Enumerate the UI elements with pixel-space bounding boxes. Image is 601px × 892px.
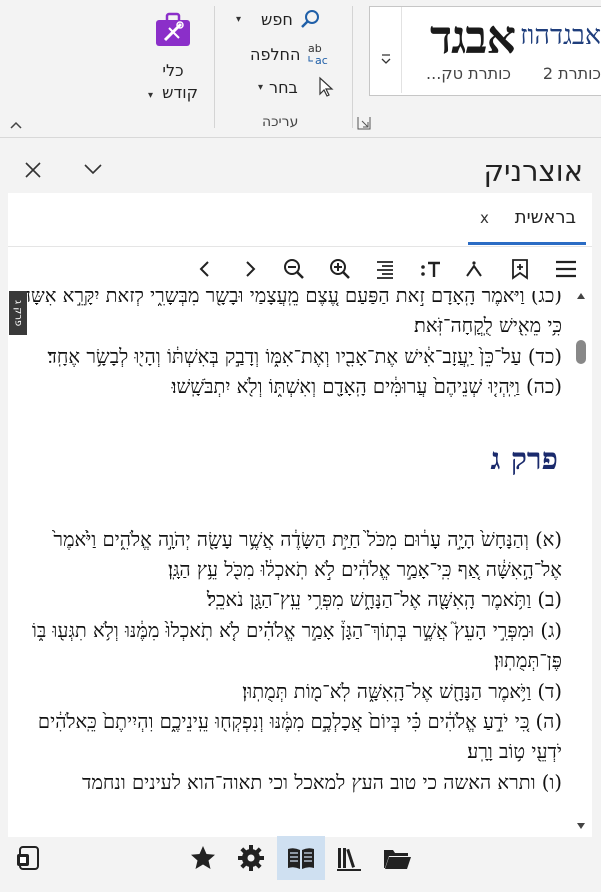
toolbox-icon	[156, 12, 190, 46]
chevron-down-icon	[84, 164, 102, 175]
star-icon	[191, 846, 215, 869]
reader-button[interactable]	[277, 836, 325, 880]
ribbon-group-separator	[214, 6, 215, 128]
align-right-icon	[377, 261, 393, 279]
ribbon-group-separator	[352, 6, 353, 128]
find-button[interactable]: ▾ חפש	[236, 8, 321, 30]
verse: (כה) וַיִּֽהְי֤וּ שְׁנֵיהֶם֙ עֲרוּמִּ֔ים…	[171, 375, 562, 399]
chevron-right-icon	[246, 261, 256, 277]
verse: (ב) וַתֹּ֥אמֶר הָֽאִשָּׁ֖ה אֶל־הַנָּחָ֑ש…	[206, 588, 562, 612]
export-icon	[17, 846, 39, 870]
svg-text:ac: ac	[315, 54, 328, 66]
style-heading2-name[interactable]: כותרת 2	[530, 64, 601, 83]
scroll-down-icon[interactable]	[576, 821, 586, 831]
holy-tools-button[interactable]: כלי קודש ▾	[138, 12, 208, 107]
task-pane: אוצרניק x בראשית (כג) וַיֹּאמֶר֮ הָֽאָדָ…	[0, 138, 601, 892]
open-file-button[interactable]	[375, 836, 419, 880]
zoom-in-icon	[330, 259, 350, 279]
zoom-out-icon	[284, 259, 304, 279]
verse: (כד) עַל־כֵּן֙ יַֽעֲזָב־אִ֔ישׁ אֶת־אָבִ֖…	[47, 344, 562, 368]
chevron-down-icon: ▾	[258, 81, 264, 93]
find-label: חפש	[261, 9, 293, 29]
vertical-scrollbar[interactable]	[573, 291, 589, 837]
chapter-heading: פרק ג	[490, 441, 558, 477]
search-icon	[300, 10, 319, 28]
reader-area: x בראשית (כג) וַיֹּאמֶר֮ הָֽאָדָם֒ זֹ֣את…	[8, 193, 592, 837]
verse: (ה) כִּ֚י יֹדֵ֣עַ אֱלֹהִ֔ים כִּ֗י בְּיוֹ…	[37, 710, 562, 764]
chevron-down-icon: ▾	[148, 90, 154, 101]
select-label: בחר	[269, 77, 298, 97]
zoom-out-button[interactable]	[278, 253, 310, 285]
chevron-down-icon: ▾	[236, 13, 242, 25]
library-button[interactable]	[327, 836, 371, 880]
chapter-side-tab[interactable]: פרק ג	[9, 291, 27, 335]
pane-close-button[interactable]	[22, 159, 44, 181]
menu-button[interactable]	[550, 253, 582, 285]
reader-toolbar	[8, 247, 592, 291]
pane-title: אוצרניק	[483, 154, 583, 188]
folder-icon	[384, 850, 411, 869]
replace-label: החלפה	[250, 44, 301, 64]
hamburger-menu-icon	[556, 260, 576, 278]
editing-group-label: עריכה	[262, 114, 299, 130]
style-title-name[interactable]: כותרת טק...	[408, 64, 511, 83]
tools-label-line1: כלי	[162, 61, 184, 80]
styles-gallery-expand-button[interactable]	[370, 7, 402, 93]
chevron-down-icon	[381, 54, 390, 64]
zoom-in-button[interactable]	[324, 253, 356, 285]
previous-button[interactable]	[189, 253, 221, 285]
next-button[interactable]	[234, 253, 266, 285]
text-format-button[interactable]	[414, 253, 446, 285]
pane-options-button[interactable]	[82, 160, 104, 178]
export-button[interactable]	[6, 836, 50, 880]
verse: (כג) וַיֹּאמֶר֮ הָֽאָדָם֒ זֹ֣את הַפַּ֗עַ…	[19, 291, 562, 338]
scroll-up-icon[interactable]	[576, 291, 586, 301]
text-column: (כג) וַיֹּאמֶר֮ הָֽאָדָם֒ זֹ֣את הַפַּ֗עַ…	[12, 291, 562, 798]
select-button[interactable]: ▾ בחר	[258, 76, 338, 98]
bookmark-add-icon	[512, 259, 528, 280]
chevron-up-icon	[10, 121, 22, 129]
open-book-icon	[288, 848, 314, 869]
verse: (ד) וַיֹּ֥אמֶר הַנָּחָ֖שׁ אֶל־הָֽאִשָּׁ֑…	[242, 679, 562, 703]
gear-icon	[238, 845, 264, 871]
scrollbar-thumb[interactable]	[576, 340, 586, 364]
style-heading1-sample[interactable]: אבגדהוז	[520, 20, 601, 51]
cantillation-icon	[466, 261, 482, 277]
tab-strip: x בראשית	[8, 193, 592, 247]
collapse-ribbon-button[interactable]	[8, 116, 28, 132]
align-button[interactable]	[369, 253, 401, 285]
verse: (ו) ותרא האשה כי טוב העץ למאכל וכי תאוה־…	[81, 770, 562, 794]
text-viewer[interactable]: (כג) וַיֹּאמֶר֮ הָֽאָדָם֒ זֹ֣את הַפַּ֗עַ…	[8, 291, 592, 837]
style-normal-sample[interactable]: אבגד	[410, 10, 516, 64]
close-icon	[25, 162, 41, 178]
tab-label: בראשית	[514, 207, 576, 228]
settings-button[interactable]	[229, 836, 273, 880]
styles-dialog-launcher-icon[interactable]	[357, 115, 371, 130]
tab-bereshit[interactable]: x בראשית	[468, 193, 586, 245]
ribbon: אבגד אבגדהוז כותרת טק... כותרת 2 ▾ חפש ה…	[0, 0, 601, 138]
tab-close-button[interactable]: x	[480, 209, 489, 227]
bookmark-button[interactable]	[504, 253, 536, 285]
replace-icon: abac	[308, 42, 328, 66]
library-icon	[337, 848, 361, 871]
verse: (א) וְהַנָּחָשׁ֙ הָיָ֣ה עָר֔וּם מִכֹּל֙ …	[53, 527, 562, 582]
tools-label-line2: קודש	[162, 83, 198, 102]
bottom-navigation	[0, 832, 601, 884]
cursor-icon	[319, 76, 334, 97]
chevron-left-icon	[199, 261, 209, 277]
verse: (ג) וּמִפְּרִ֣י הָעֵץ֮ אֲשֶׁ֣ר בְּתֽוֹךְ…	[31, 618, 562, 673]
replace-button[interactable]: החלפה ab ac	[250, 42, 332, 66]
text-size-icon	[421, 261, 440, 277]
nikud-button[interactable]	[458, 253, 490, 285]
favorites-button[interactable]	[181, 836, 225, 880]
